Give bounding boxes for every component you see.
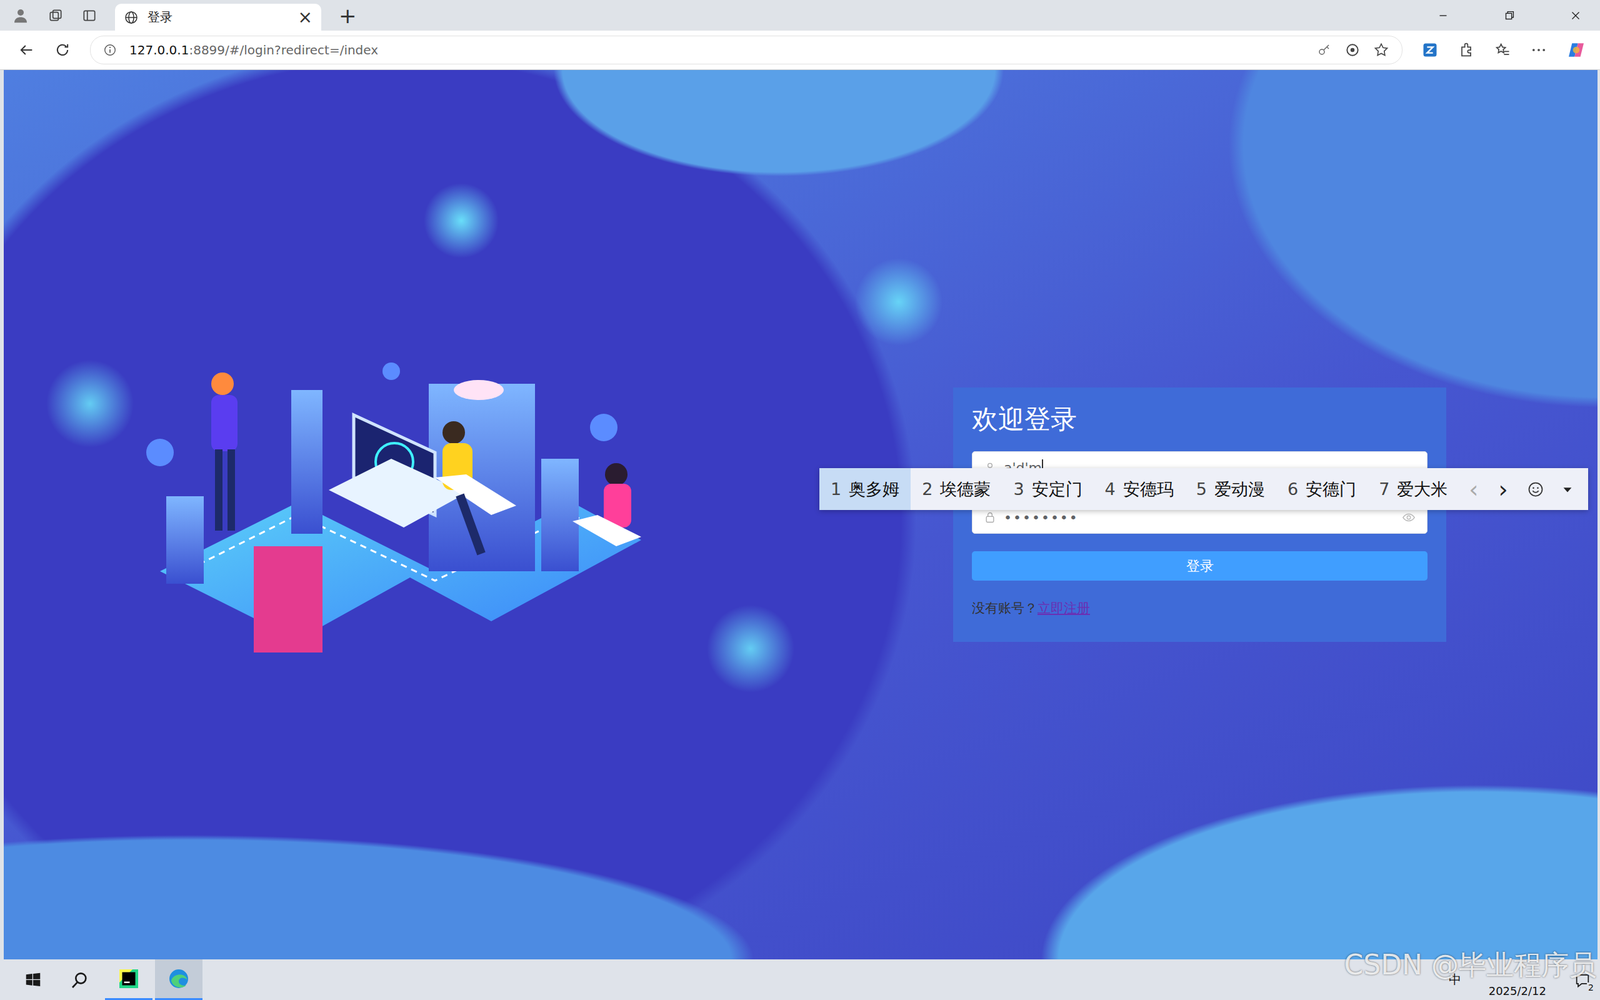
close-icon[interactable] xyxy=(1568,8,1583,23)
watermark: CSDN @毕业程序员 xyxy=(1344,946,1597,984)
login-button[interactable]: 登录 xyxy=(971,551,1428,581)
register-row: 没有账号？立即注册 xyxy=(971,599,1428,617)
isometric-office-illustration xyxy=(141,358,679,672)
candidate-index: 2 xyxy=(921,479,933,499)
favorite-star-icon[interactable] xyxy=(1373,41,1390,59)
minimize-icon[interactable] xyxy=(1436,8,1450,23)
candidate-text: 安定门 xyxy=(1031,478,1083,501)
new-tab-button[interactable]: + xyxy=(338,3,357,29)
notification-count: 2 xyxy=(1586,982,1595,993)
ime-candidate[interactable]: 3 安定门 xyxy=(1001,468,1094,510)
candidate-text: 爱大米 xyxy=(1396,478,1448,501)
ime-mode-indicator[interactable]: 中 xyxy=(1448,971,1462,989)
candidate-text: 爱动漫 xyxy=(1214,478,1265,501)
profile-icon[interactable] xyxy=(11,6,30,25)
clock-date[interactable]: 2025/2/12 xyxy=(1488,984,1547,998)
extensions-icon[interactable] xyxy=(1457,41,1475,59)
candidate-index: 3 xyxy=(1013,479,1024,499)
candidate-index: 7 xyxy=(1378,479,1390,499)
ime-candidate[interactable]: 2 埃德蒙 xyxy=(910,468,1002,510)
ime-next-page[interactable]: › xyxy=(1488,468,1519,510)
candidate-index: 6 xyxy=(1287,479,1299,499)
notification-center[interactable]: 2 xyxy=(1573,971,1592,989)
browser-tab-bar: 登录 × + xyxy=(0,0,1600,31)
globe-icon xyxy=(123,10,139,25)
extension-blue-icon[interactable] xyxy=(1421,41,1439,59)
restore-icon[interactable] xyxy=(1502,8,1517,23)
pycharm-taskbar-item[interactable] xyxy=(105,959,153,1000)
show-password-eye-icon[interactable] xyxy=(1401,510,1416,525)
ime-candidate[interactable]: 5 爱动漫 xyxy=(1185,468,1277,510)
info-icon[interactable] xyxy=(103,43,117,57)
search-icon[interactable] xyxy=(70,970,90,990)
browser-viewport: 欢迎登录a'd'm••••••••登录没有账号？立即注册1奥多姆2埃德蒙3安定门… xyxy=(0,70,1600,960)
login-title: 欢迎登录 xyxy=(971,402,1428,437)
reload-icon[interactable] xyxy=(53,41,72,59)
candidate-index: 5 xyxy=(1196,479,1207,499)
tab-actions-icon[interactable] xyxy=(81,7,98,24)
copilot-icon[interactable] xyxy=(1566,40,1587,60)
back-icon[interactable] xyxy=(17,41,35,59)
favorites-icon[interactable] xyxy=(1493,41,1512,59)
ime-candidate[interactable]: 4 安德玛 xyxy=(1093,468,1185,510)
lock-icon xyxy=(983,511,997,524)
windows-start-icon[interactable] xyxy=(23,970,43,990)
candidate-text: 奥多姆 xyxy=(848,478,900,501)
more-icon[interactable] xyxy=(1530,41,1548,59)
tab-title: 登录 xyxy=(147,8,290,26)
taskbar: 中 2025/2/12 2 xyxy=(0,959,1600,1000)
candidate-text: 安德玛 xyxy=(1123,478,1174,501)
register-link[interactable]: 立即注册 xyxy=(1037,600,1090,616)
url-text: 127.0.0.1:8899/#/login?redirect=/index xyxy=(129,42,379,58)
edge-taskbar-item[interactable] xyxy=(155,959,203,1000)
candidate-index: 4 xyxy=(1105,479,1116,499)
login-page: 欢迎登录a'd'm••••••••登录没有账号？立即注册1奥多姆2埃德蒙3安定门… xyxy=(3,70,1598,960)
expand-candidates-icon[interactable] xyxy=(1560,482,1575,497)
key-icon[interactable] xyxy=(1316,42,1332,58)
browser-tab[interactable]: 登录 × xyxy=(115,3,322,31)
register-prompt: 没有账号？ xyxy=(971,600,1038,616)
ime-candidate-bar: 1 奥多姆 2 埃德蒙 3 安定门 4 安德玛 5 爱动漫 6 安德门 7 爱大米 ‹› xyxy=(819,468,1589,510)
ime-prev-page[interactable]: ‹ xyxy=(1458,468,1489,510)
tab-close-button[interactable]: × xyxy=(298,6,313,28)
address-bar[interactable]: 127.0.0.1:8899/#/login?redirect=/index xyxy=(90,35,1403,65)
pycharm-icon xyxy=(117,967,140,990)
ime-candidate[interactable]: 7 爱大米 xyxy=(1367,468,1459,510)
screen: 登录 × +127.0.0.1:8899/#/login?redirect=/ind… xyxy=(0,0,1600,1000)
login-card: 欢迎登录a'd'm••••••••登录没有账号？立即注册 xyxy=(953,387,1447,643)
candidate-index: 1 xyxy=(830,479,842,499)
workspaces-icon[interactable] xyxy=(47,7,64,24)
candidate-text: 埃德蒙 xyxy=(940,478,991,501)
ime-candidate[interactable]: 6 安德门 xyxy=(1276,468,1368,510)
emoji-icon[interactable] xyxy=(1526,480,1545,499)
edge-icon xyxy=(167,967,190,990)
candidate-text: 安德门 xyxy=(1305,478,1357,501)
address-toolbar: 127.0.0.1:8899/#/login?redirect=/index xyxy=(0,30,1600,70)
password-value: •••••••• xyxy=(1003,510,1079,526)
app-available-icon[interactable] xyxy=(1344,41,1361,59)
ime-candidate[interactable]: 1 奥多姆 xyxy=(819,468,911,510)
